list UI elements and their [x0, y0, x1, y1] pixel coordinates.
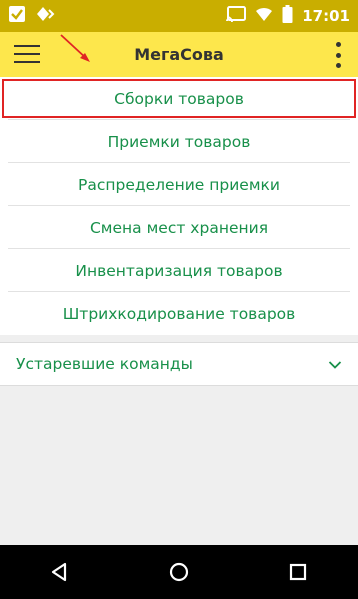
home-icon[interactable]	[159, 552, 199, 592]
menu-item-assemblies[interactable]: Сборки товаров	[0, 77, 358, 120]
kebab-icon[interactable]	[334, 42, 342, 68]
recents-icon[interactable]	[278, 552, 318, 592]
battery-icon	[282, 5, 293, 27]
menu-item-label: Сборки товаров	[114, 89, 244, 108]
diamond-notification-icon	[36, 6, 58, 26]
menu-item-label: Распределение приемки	[78, 175, 280, 194]
status-right-icons: 17:01	[226, 5, 350, 27]
menu-item-storage-change[interactable]: Смена мест хранения	[0, 206, 358, 249]
cast-icon	[226, 6, 247, 26]
status-left-icons	[8, 5, 58, 27]
menu-item-inventory[interactable]: Инвентаризация товаров	[0, 249, 358, 292]
back-icon[interactable]	[40, 552, 80, 592]
app-title: МегаСова	[134, 45, 224, 64]
menu-item-receipts[interactable]: Приемки товаров	[0, 120, 358, 163]
menu-item-label: Приемки товаров	[107, 132, 251, 151]
command-menu: Сборки товаров Приемки товаров Распредел…	[0, 77, 358, 335]
app-bar: МегаСова	[0, 32, 358, 77]
section-label: Устаревшие команды	[16, 355, 193, 373]
check-notification-icon	[8, 5, 26, 27]
status-bar: 17:01	[0, 0, 358, 32]
chevron-down-icon[interactable]	[328, 355, 342, 374]
menu-item-receipt-distribution[interactable]: Распределение приемки	[0, 163, 358, 206]
wifi-icon	[255, 6, 273, 26]
deprecated-commands-section[interactable]: Устаревшие команды	[0, 342, 358, 386]
system-nav-bar	[0, 545, 358, 599]
menu-item-label: Штрихкодирование товаров	[62, 304, 296, 323]
menu-item-label: Инвентаризация товаров	[75, 261, 283, 280]
menu-item-barcoding[interactable]: Штрихкодирование товаров	[0, 292, 358, 335]
menu-item-label: Смена мест хранения	[89, 218, 269, 237]
annotation-arrow-icon	[60, 34, 90, 62]
status-time: 17:01	[302, 7, 350, 25]
